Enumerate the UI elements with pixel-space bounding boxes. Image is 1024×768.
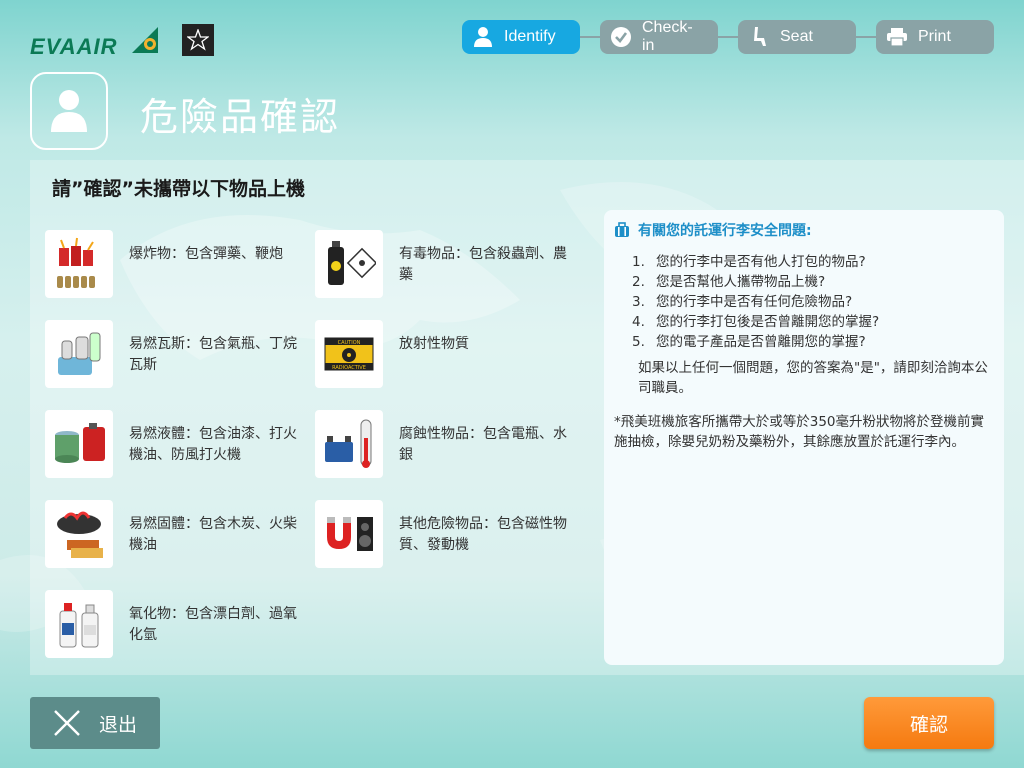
star-alliance-icon [181,24,214,56]
step-label: Print [918,28,951,45]
item-label: 有毒物品：包含殺蟲劑、農藥 [399,246,567,283]
step-seat: Seat [738,20,856,54]
hazard-item: 其他危險物品：包含磁性物質、發動機 [315,500,575,568]
seat-icon [748,26,770,48]
toxic-icon [315,230,383,298]
check-circle-icon [610,26,632,48]
item-label: 爆炸物：包含彈藥、鞭炮 [129,246,283,262]
eva-air-logo: EVAAIR [30,20,214,60]
user-icon [472,26,494,48]
progress-steps: Identify Check-in Seat Print [462,19,994,54]
eva-emblem-icon [131,27,158,53]
luggage-icon [615,222,629,237]
hazard-item: 爆炸物：包含彈藥、鞭炮 [45,230,305,298]
item-label: 其他危險物品：包含磁性物質、發動機 [399,516,567,553]
info-advice: 如果以上任何一個問題，您的答案為"是"，請即刻洽詢本公司職員。 [638,360,988,396]
radioactive-label-top: CAUTION [338,340,361,346]
step-connector [718,36,738,38]
step-print: Print [876,20,994,54]
confirm-button-label: 確認 [909,713,948,736]
question-text: 您是否幫他人攜帶物品上機? [656,274,826,290]
corrosive-icon [315,410,383,478]
step-connector [580,36,600,38]
hazard-item: 易燃液體：包含油漆、打火機油、防風打火機 [45,410,305,478]
close-icon [54,710,80,736]
hazard-item: 氧化物：包含漂白劑、過氧化氫 [45,590,305,658]
info-heading: 有關您的託運行李安全問題: [614,220,994,240]
list-item: 2. 您是否幫他人攜帶物品上機? [632,274,826,290]
panel-heading: 請”確認”未攜帶以下物品上機 [52,178,305,200]
printer-icon [886,26,908,48]
item-label: 氧化物：包含漂白劑、過氧化氫 [129,606,297,643]
list-item: 3. 您的行李中是否有任何危險物品? [632,294,853,310]
security-questions: 1. 您的行李中是否有他人打包的物品? 2. 您是否幫他人攜帶物品上機? 3. 您的行… [614,252,994,352]
list-item: 4. 您的行李打包後是否曾離開您的掌握? [632,314,880,330]
step-label: Identify [504,28,556,45]
hazard-item: 易燃固體：包含木炭、火柴機油 [45,500,305,568]
hazard-item: CAUTION RADIOACTIVE 放射性物質 [315,320,575,388]
question-text: 您的行李打包後是否曾離開您的掌握? [656,314,880,330]
exit-button[interactable]: 退出 [30,697,160,749]
question-text: 您的行李中是否有任何危險物品? [656,294,853,310]
item-label: 放射性物質 [399,336,469,352]
item-label: 易燃液體：包含油漆、打火機油、防風打火機 [129,426,297,463]
hazard-item: 腐蝕性物品：包含電瓶、水銀 [315,410,575,478]
airline-name: EVAAIR [30,34,118,59]
baggage-security-info: 有關您的託運行李安全問題: 1. 您的行李中是否有他人打包的物品? 2. 您是否幫他… [604,210,1004,665]
user-icon [51,90,87,132]
page-title: 危險品確認 [140,95,341,139]
info-heading-text: 有關您的託運行李安全問題: [638,223,812,239]
step-label: Seat [780,28,813,45]
step-check-in: Check-in [600,19,718,54]
radioactive-label-bottom: RADIOACTIVE [332,365,366,371]
step-identify: Identify [462,20,580,54]
flammable-liquid-icon [45,410,113,478]
list-item: 5. 您的電子產品是否曾離開您的掌握? [632,334,866,350]
oxidizer-icon [45,590,113,658]
info-note: *飛美班機旅客所攜帶大於或等於350毫升粉狀物將於登機前實施抽檢，除嬰兒奶粉及藥… [614,414,985,450]
question-text: 您的行李中是否有他人打包的物品? [656,254,866,270]
explosives-icon [45,230,113,298]
list-item: 1. 您的行李中是否有他人打包的物品? [632,254,866,270]
question-text: 您的電子產品是否曾離開您的掌握? [656,334,866,350]
step-label: Check-in [642,19,693,54]
magnet-icon [315,500,383,568]
confirm-button[interactable]: 確認 [864,697,994,749]
item-label: 易燃瓦斯：包含氣瓶、丁烷瓦斯 [129,336,297,373]
exit-button-label: 退出 [98,713,137,736]
flammable-gas-icon [45,320,113,388]
page-icon-box [30,72,108,150]
hazard-item: 有毒物品：包含殺蟲劑、農藥 [315,230,575,298]
step-connector [856,36,876,38]
flammable-solid-icon [45,500,113,568]
radioactive-icon: CAUTION RADIOACTIVE [315,320,383,388]
hazard-item: 易燃瓦斯：包含氣瓶、丁烷瓦斯 [45,320,305,388]
item-label: 易燃固體：包含木炭、火柴機油 [129,516,297,553]
item-label: 腐蝕性物品：包含電瓶、水銀 [399,426,567,463]
